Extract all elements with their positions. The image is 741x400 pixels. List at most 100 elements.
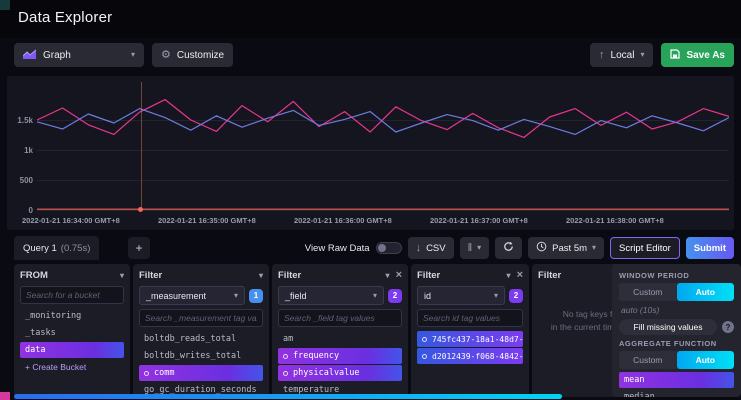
from-panel-title: FROM — [20, 270, 48, 281]
chart-cursor-line — [141, 82, 142, 210]
query-tab-name: Query 1 — [23, 243, 57, 254]
tag-key-dropdown[interactable]: _field ▾ — [278, 286, 384, 305]
window-auto-button[interactable]: Auto — [677, 283, 735, 301]
script-editor-label: Script Editor — [619, 243, 671, 254]
tag-value-item[interactable]: boltdb_writes_total — [139, 348, 263, 364]
close-icon[interactable]: × — [396, 270, 402, 281]
y-axis-tick: 1k — [9, 146, 33, 155]
chevron-down-icon: ▾ — [120, 272, 124, 280]
csv-download-button[interactable]: ↓ CSV — [408, 237, 454, 259]
window-custom-button[interactable]: Custom — [619, 283, 677, 301]
save-icon — [670, 49, 680, 62]
selected-dot-icon — [422, 354, 427, 359]
aggregate-auto-button[interactable]: Auto — [677, 351, 735, 369]
selected-dot-icon — [283, 354, 288, 359]
filter-panel-header[interactable]: Filter ▾ × — [278, 269, 402, 282]
selected-dot-icon — [283, 371, 288, 376]
aggregate-custom-button[interactable]: Custom — [619, 351, 677, 369]
area-chart-icon — [23, 49, 37, 62]
tag-key-label: _measurement — [146, 291, 206, 301]
view-toolbar: Graph ▾ ⚙ Customize ↑ Local ▾ Save As — [14, 42, 734, 68]
tag-key-dropdown[interactable]: id ▾ — [417, 286, 505, 305]
aggregate-function-item-selected[interactable]: mean — [619, 372, 734, 388]
selected-count-badge: 2 — [388, 289, 402, 303]
pause-icon: ‖ — [468, 243, 473, 254]
visualization-type-dropdown[interactable]: Graph ▾ — [14, 43, 144, 67]
tag-value-label: d2012439-f068-4842-bfef-8... — [432, 352, 523, 361]
create-bucket-button[interactable]: + Create Bucket — [20, 359, 124, 375]
selected-dot-icon — [422, 337, 427, 342]
bucket-item[interactable]: _tasks — [20, 325, 124, 341]
fill-missing-values-toggle[interactable]: Fill missing values — [619, 319, 717, 335]
chevron-down-icon: ▾ — [259, 272, 263, 280]
y-axis-tick: 500 — [9, 176, 33, 185]
chevron-down-icon: ▾ — [373, 292, 377, 300]
selected-dot-icon — [144, 371, 149, 376]
tag-value-label: frequency — [293, 351, 339, 361]
view-raw-data-label: View Raw Data — [305, 243, 370, 254]
filter-panel-header[interactable]: Filter ▾ — [139, 269, 263, 282]
chevron-down-icon: ▾ — [640, 51, 644, 59]
chart-cursor-dot — [138, 207, 143, 212]
view-raw-data-toggle[interactable] — [376, 242, 402, 254]
field-search-input[interactable] — [278, 309, 402, 327]
query-tab[interactable]: Query 1 (0.75s) — [14, 236, 99, 260]
tag-value-item-selected[interactable]: frequency — [278, 348, 402, 364]
chevron-down-icon: ▾ — [234, 292, 238, 300]
filter-panel-measurement: Filter ▾ _measurement ▾ 1 boltdb_reads_t… — [133, 264, 269, 397]
bucket-search-input[interactable] — [20, 286, 124, 304]
save-location-dropdown[interactable]: ↑ Local ▾ — [590, 43, 653, 67]
time-range-dropdown[interactable]: Past 5m ▾ — [528, 237, 604, 259]
clock-icon — [536, 241, 547, 255]
chevron-down-icon: ▾ — [507, 272, 511, 280]
filter-panel-title: Filter — [139, 270, 162, 281]
tag-value-item[interactable]: boltdb_reads_total — [139, 331, 263, 347]
save-as-button[interactable]: Save As — [661, 43, 734, 67]
window-period-segmented: Custom Auto — [619, 283, 734, 301]
filter-panel-id: Filter ▾ × id ▾ 2 745fc437-18a1-48d7-98a… — [411, 264, 529, 397]
customize-button[interactable]: ⚙ Customize — [152, 43, 233, 67]
app-header: Data Explorer — [0, 0, 741, 38]
measurement-search-input[interactable] — [139, 309, 263, 327]
toggle-knob — [378, 244, 386, 252]
window-auto-value: auto (10s) — [619, 304, 734, 319]
add-query-button[interactable]: + — [128, 237, 150, 259]
x-axis-tick: 2022-01-21 16:36:00 GMT+8 — [294, 216, 392, 225]
id-search-input[interactable] — [417, 309, 523, 327]
refresh-icon — [503, 241, 514, 255]
tag-key-dropdown[interactable]: _measurement ▾ — [139, 286, 245, 305]
tag-value-item-selected[interactable]: 745fc437-18a1-48d7-98a6-7... — [417, 331, 523, 347]
refresh-button[interactable] — [495, 237, 522, 259]
selected-count-badge: 1 — [249, 289, 263, 303]
x-axis-tick: 2022-01-21 16:35:00 GMT+8 — [158, 216, 256, 225]
tag-value-item-selected[interactable]: comm — [139, 365, 263, 381]
tag-value-label: physicalvalue — [293, 368, 360, 378]
from-panel-header[interactable]: FROM ▾ — [20, 269, 124, 282]
upload-icon: ↑ — [599, 50, 605, 61]
page-title: Data Explorer — [18, 9, 112, 26]
help-icon[interactable]: ? — [722, 321, 734, 333]
y-axis-tick: 0 — [9, 206, 33, 215]
corner-pink-accent — [0, 392, 10, 400]
chevron-down-icon: ▾ — [131, 51, 135, 59]
aggregate-function-item[interactable]: median — [619, 389, 734, 397]
script-editor-button[interactable]: Script Editor — [610, 237, 680, 259]
filter-panel-header[interactable]: Filter ▾ × — [417, 269, 523, 282]
aggregate-function-title: AGGREGATE FUNCTION — [619, 339, 734, 348]
tag-value-item-selected[interactable]: physicalvalue — [278, 365, 402, 381]
pause-dropdown-button[interactable]: ‖ ▾ — [460, 237, 490, 259]
submit-button[interactable]: Submit — [686, 237, 734, 259]
chevron-down-icon: ▾ — [477, 244, 481, 252]
selected-count-badge: 2 — [509, 289, 523, 303]
bucket-item-selected[interactable]: data — [20, 342, 124, 358]
horizontal-scrollbar[interactable] — [14, 394, 562, 399]
save-location-label: Local — [611, 50, 635, 61]
corner-accent — [0, 0, 10, 10]
tag-value-item[interactable]: am — [278, 331, 402, 347]
tag-value-label: comm — [154, 368, 174, 378]
bucket-item[interactable]: _monitoring — [20, 308, 124, 324]
tag-value-item-selected[interactable]: d2012439-f068-4842-bfef-8... — [417, 348, 523, 364]
filter-panel-title: Filter — [278, 270, 301, 281]
gear-icon: ⚙ — [161, 50, 171, 61]
close-icon[interactable]: × — [517, 270, 523, 281]
